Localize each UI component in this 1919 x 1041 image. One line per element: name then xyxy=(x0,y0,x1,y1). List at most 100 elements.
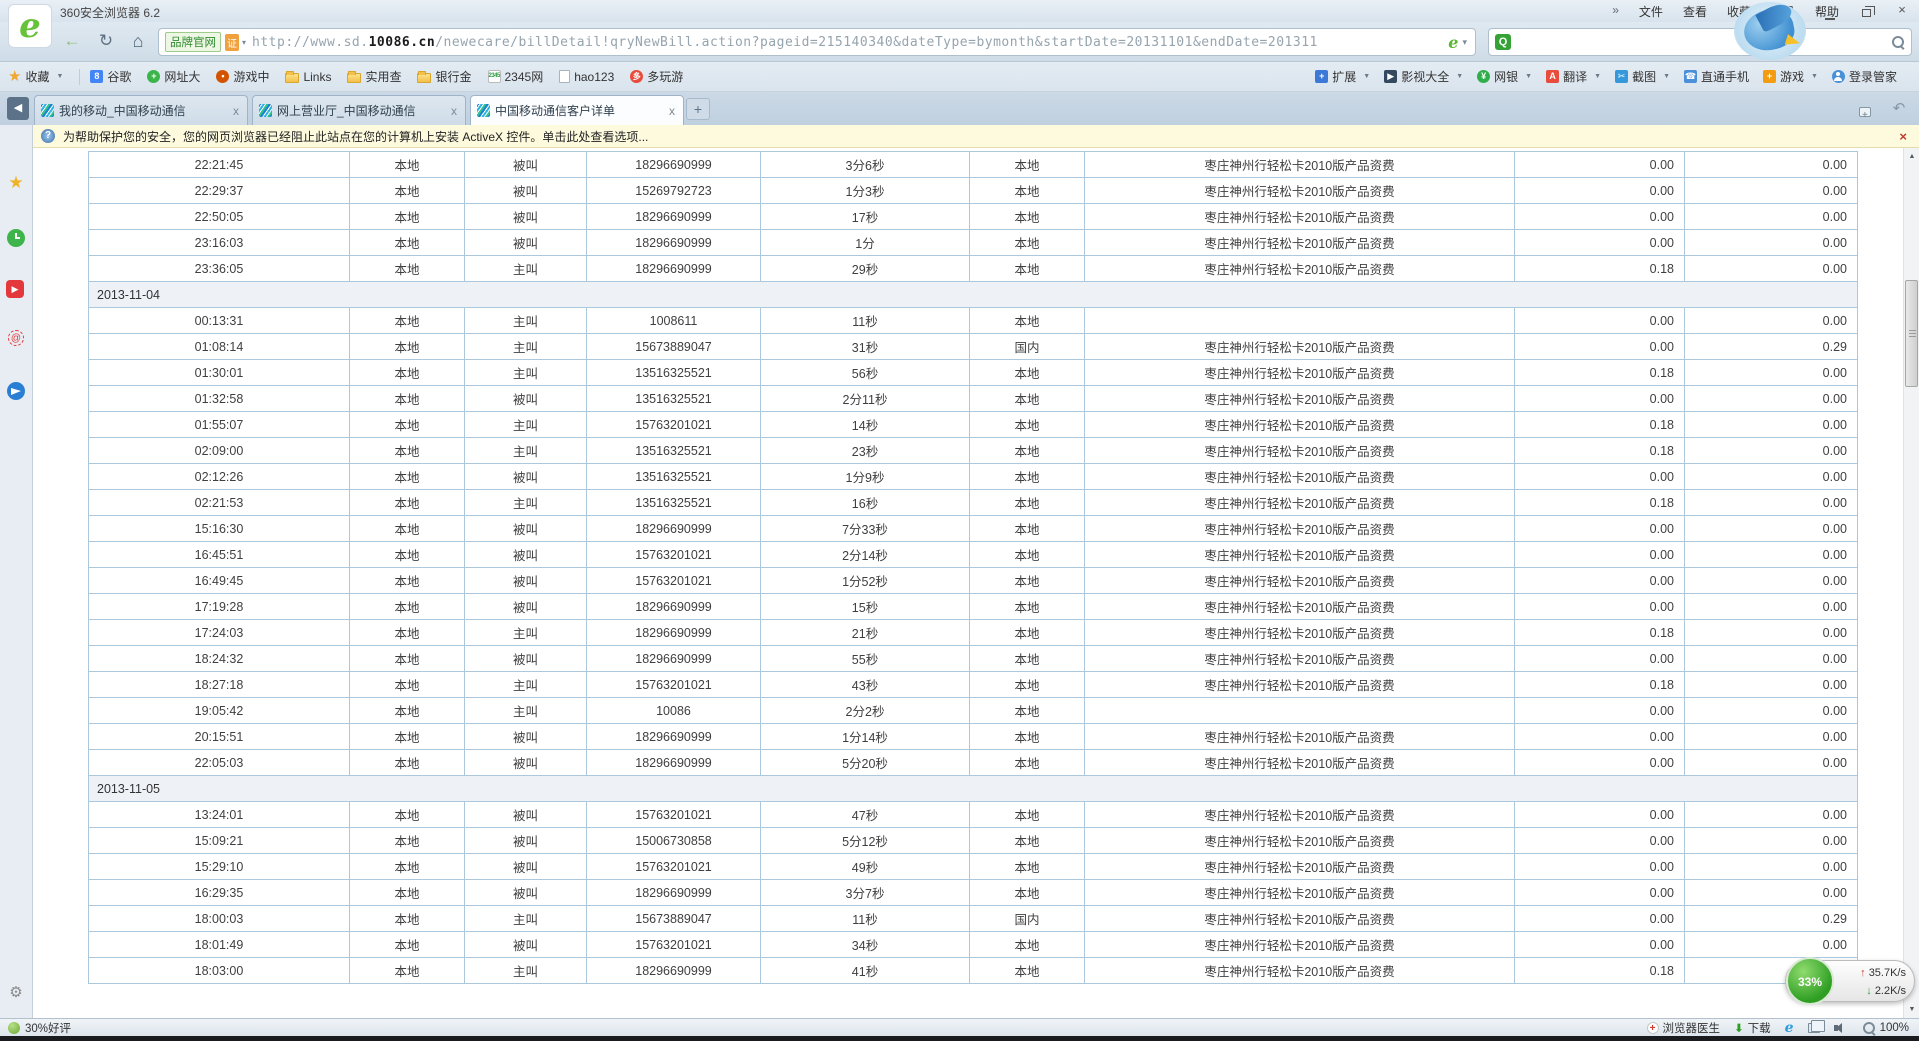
menu-工具[interactable]: 工具 xyxy=(1771,3,1795,20)
history-clock-icon[interactable] xyxy=(6,228,26,248)
minimize-button[interactable] xyxy=(1817,2,1843,20)
toolbar-item-登录管家[interactable]: 登录管家 xyxy=(1831,68,1897,85)
zoom-control[interactable]: 100% xyxy=(1862,1021,1909,1035)
toolbar-item-直通手机[interactable]: ☎ 直通手机 xyxy=(1684,68,1749,85)
tab-close-icon[interactable]: x xyxy=(667,104,677,118)
bookmark-item-实用查[interactable]: 实用查 xyxy=(347,68,401,85)
url-text[interactable]: http://www.sd.10086.cn/newecare/billDeta… xyxy=(252,35,1444,50)
sidebar-collapse-button[interactable]: ◀ xyxy=(7,97,29,120)
table-cell: 29秒 xyxy=(760,255,970,282)
search-bar[interactable]: Q xyxy=(1488,28,1912,56)
table-cell: 枣庄神州行轻松卡2010版产品资费 xyxy=(1084,879,1515,906)
bookmark-item-网址大[interactable]: + 网址大 xyxy=(147,68,200,85)
table-row: 01:55:07 本地 主叫 15763201021 14秒 本地 枣庄神州行轻松卡2010… xyxy=(88,411,1858,438)
video-sidebar-icon[interactable]: ▶ xyxy=(6,280,26,300)
table-cell: 主叫 xyxy=(464,411,587,438)
bookmark-item-hao123[interactable]: hao123 xyxy=(559,70,614,84)
table-cell: 枣庄神州行轻松卡2010版产品资费 xyxy=(1084,385,1515,412)
new-window-button[interactable] xyxy=(1853,98,1877,127)
table-cell: 本地 xyxy=(349,567,465,594)
weibo-sidebar-icon[interactable]: @ xyxy=(6,330,26,350)
table-cell: 本地 xyxy=(969,437,1085,464)
tab-close-icon[interactable]: x xyxy=(231,104,241,118)
search-engine-icon[interactable]: Q xyxy=(1495,34,1511,50)
browser-doctor-button[interactable]: + 浏览器医生 xyxy=(1646,1020,1720,1036)
table-cell: 枣庄神州行轻松卡2010版产品资费 xyxy=(1084,905,1515,932)
network-speed-widget[interactable]: 33% ↑ 35.7K/s ↓ 2.2K/s xyxy=(1785,957,1915,1005)
tab-close-icon[interactable]: x xyxy=(449,104,459,118)
menu-收藏[interactable]: 收藏 xyxy=(1727,3,1751,20)
favorites-sidebar-icon[interactable]: ★ xyxy=(6,173,26,193)
address-bar[interactable]: 品牌官网 证 ▾ http://www.sd.10086.cn/newecare… xyxy=(158,28,1476,56)
table-cell: 0.00 xyxy=(1514,697,1685,724)
settings-gear-icon[interactable]: ⚙ xyxy=(6,983,26,1003)
table-cell: 0.00 xyxy=(1514,515,1685,542)
speed-percent-ball[interactable]: 33% xyxy=(1786,957,1834,1005)
scroll-down-icon[interactable]: ▼ xyxy=(1904,1001,1919,1018)
scrollbar-thumb[interactable] xyxy=(1905,280,1918,387)
toolbar-item-游戏[interactable]: + 游戏 xyxy=(1763,68,1818,85)
table-cell: 0.00 xyxy=(1684,463,1858,490)
table-cell: 13516325521 xyxy=(586,437,761,464)
table-cell: 枣庄神州行轻松卡2010版产品资费 xyxy=(1084,333,1515,360)
refresh-button[interactable]: ↻ xyxy=(92,28,120,56)
paper-plane-icon xyxy=(7,382,25,400)
table-cell: 本地 xyxy=(349,177,465,204)
table-cell: 18:03:00 xyxy=(88,957,350,984)
bookmark-item-银行金[interactable]: 银行金 xyxy=(417,68,472,85)
brand-site-badge[interactable]: 品牌官网 xyxy=(165,32,221,52)
new-tab-button[interactable]: + xyxy=(686,98,710,120)
mute-button[interactable] xyxy=(1833,1022,1848,1034)
table-cell: 18296690999 xyxy=(586,723,761,750)
ie-mode-button[interactable]: e xyxy=(1785,1020,1794,1036)
tab-中国移动通信客户详单[interactable]: 中国移动通信客户详单 x xyxy=(470,95,684,125)
tab-网上营业厅_中国移动通信[interactable]: 网上营业厅_中国移动通信 x xyxy=(252,95,466,125)
table-cell: 5分20秒 xyxy=(760,749,970,776)
notification-text[interactable]: 为帮助保护您的安全，您的网页浏览器已经阻止此站点在您的计算机上安装 Active… xyxy=(63,128,648,145)
certificate-badge[interactable]: 证 xyxy=(225,33,239,51)
folder-icon xyxy=(347,71,362,83)
bookmarks-bar: ★ 收藏 8谷歌 +网址大 •游戏中 Links 实用查银行金 23452345网 hao1… xyxy=(0,62,1919,92)
bookmark-item-Links[interactable]: Links xyxy=(285,70,331,84)
window-layout-button[interactable] xyxy=(1807,1020,1825,1033)
table-cell: 本地 xyxy=(349,151,465,178)
table-cell: 主叫 xyxy=(464,671,587,698)
search-input[interactable] xyxy=(1511,32,1891,52)
restore-button[interactable] xyxy=(1853,2,1879,19)
rating-widget[interactable]: 30%好评 xyxy=(8,1020,71,1036)
toolbar-item-网银[interactable]: ¥ 网银 xyxy=(1477,68,1532,85)
bookmark-item-游戏中[interactable]: • 游戏中 xyxy=(216,68,269,85)
vertical-scrollbar[interactable]: ▲ ▼ xyxy=(1903,148,1919,1018)
compat-mode-icon[interactable]: e xyxy=(1448,33,1458,52)
reopen-closed-tab-button[interactable]: ↶ xyxy=(1887,98,1911,120)
back-button[interactable]: ← xyxy=(58,28,86,56)
toolbar-item-翻译[interactable]: A 翻译 xyxy=(1546,68,1601,85)
badge-caret-icon[interactable]: ▾ xyxy=(242,38,246,47)
url-dropdown-icon[interactable]: ▾ xyxy=(1462,37,1467,48)
app-sidebar-icon[interactable] xyxy=(6,382,26,402)
download-manager-button[interactable]: ⬇ 下载 xyxy=(1734,1020,1771,1036)
table-cell: 0.00 xyxy=(1514,229,1685,256)
table-cell: 本地 xyxy=(969,619,1085,646)
home-button[interactable]: ⌂ xyxy=(124,28,152,56)
notification-close-icon[interactable]: × xyxy=(1895,129,1911,144)
search-magnifier-icon[interactable] xyxy=(1891,35,1905,49)
bookmark-item-谷歌[interactable]: 8 谷歌 xyxy=(90,68,131,85)
bookmark-item-2345网[interactable]: 2345 2345网 xyxy=(487,68,543,85)
favorites-button[interactable]: ★ 收藏 xyxy=(8,68,63,85)
close-button[interactable]: × xyxy=(1889,2,1915,19)
menu-查看[interactable]: 查看 xyxy=(1683,3,1707,20)
tab-我的移动_中国移动通信[interactable]: 我的移动_中国移动通信 x xyxy=(34,95,248,125)
menu-文件[interactable]: 文件 xyxy=(1639,3,1663,20)
toolbar-item-扩展[interactable]: + 扩展 xyxy=(1315,68,1370,85)
activex-notification-bar[interactable]: ? 为帮助保护您的安全，您的网页浏览器已经阻止此站点在您的计算机上安装 Acti… xyxy=(33,125,1919,148)
china-mobile-favicon xyxy=(259,104,272,117)
table-cell: 2分2秒 xyxy=(760,697,970,724)
scroll-up-icon[interactable]: ▲ xyxy=(1904,148,1919,165)
china-mobile-favicon xyxy=(41,104,54,117)
toolbar-item-截图[interactable]: ✂ 截图 xyxy=(1615,68,1670,85)
toolbar-item-影视大全[interactable]: ▶ 影视大全 xyxy=(1384,68,1463,85)
navigation-bar: ← ↻ ⌂ 品牌官网 证 ▾ http://www.sd.10086.cn/ne… xyxy=(0,22,1919,62)
bookmark-item-多玩游[interactable]: 多多玩游 xyxy=(630,68,683,85)
menu-overflow-icon[interactable]: » xyxy=(1612,3,1619,20)
